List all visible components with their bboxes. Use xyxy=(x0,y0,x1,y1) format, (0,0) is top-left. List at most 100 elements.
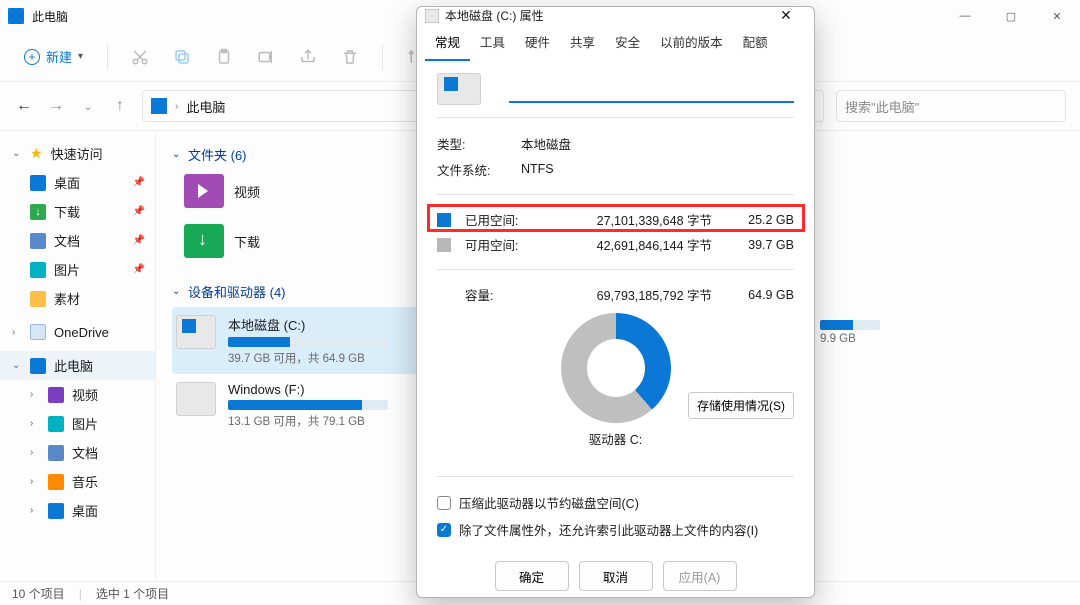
used-bytes: 27,101,339,648 字节 xyxy=(549,210,724,229)
sidebar-item-pictures[interactable]: ›图片 xyxy=(0,409,155,438)
properties-dialog: 本地磁盘 (C:) 属性 ✕ 常规 工具 硬件 共享 安全 以前的版本 配额 类… xyxy=(416,6,815,598)
drive-usage-bar xyxy=(228,337,388,347)
capacity-bytes: 69,793,185,792 字节 xyxy=(549,285,724,304)
video-icon xyxy=(48,387,64,403)
chevron-right-icon: › xyxy=(30,476,40,487)
sidebar-item-materials[interactable]: 素材 xyxy=(0,284,155,313)
this-pc-icon xyxy=(8,8,24,24)
share-icon[interactable] xyxy=(288,37,328,77)
capacity-label: 容量: xyxy=(465,285,535,304)
toolbar-separator xyxy=(382,44,383,70)
dialog-body: 类型:本地磁盘 文件系统:NTFS 已用空间: 27,101,339,648 字… xyxy=(417,61,814,551)
sidebar-item-documents[interactable]: 文档📌 xyxy=(0,226,155,255)
explorer-title: 此电脑 xyxy=(32,8,68,25)
delete-icon[interactable] xyxy=(330,37,370,77)
pin-icon: 📌 xyxy=(133,177,145,188)
sidebar-this-pc[interactable]: ⌄此电脑 xyxy=(0,351,155,380)
tab-sharing[interactable]: 共享 xyxy=(560,24,605,61)
search-input[interactable]: 搜索"此电脑" xyxy=(836,90,1066,122)
free-gb: 39.7 GB xyxy=(738,238,794,252)
this-pc-icon xyxy=(30,358,46,374)
desktop-icon xyxy=(48,503,64,519)
tab-quota[interactable]: 配额 xyxy=(733,24,778,61)
sidebar-onedrive[interactable]: ›OneDrive xyxy=(0,319,155,345)
drive-icon xyxy=(437,73,481,105)
chevron-down-icon: ⌄ xyxy=(12,148,22,159)
drive-sub: 9.9 GB xyxy=(820,333,856,345)
cut-icon[interactable] xyxy=(120,37,160,77)
folder-tile-video[interactable]: 视频 xyxy=(184,174,260,208)
sidebar-item-documents[interactable]: ›文档 xyxy=(0,438,155,467)
navigation-pane: ⌄★快速访问 桌面📌 ↓下载📌 文档📌 图片📌 素材 ›OneDrive ⌄此电… xyxy=(0,131,156,581)
toolbar-separator xyxy=(107,44,108,70)
compress-checkbox-row[interactable]: 压缩此驱动器以节约磁盘空间(C) xyxy=(437,489,794,516)
drive-sub: 39.7 GB 可用，共 64.9 GB xyxy=(228,350,388,366)
rename-icon[interactable] xyxy=(246,37,286,77)
filesystem-label: 文件系统: xyxy=(437,160,501,179)
folder-tile-downloads[interactable]: 下载 xyxy=(184,224,260,258)
paste-icon[interactable] xyxy=(204,37,244,77)
close-button[interactable]: ✕ xyxy=(766,7,806,24)
chevron-right-icon: › xyxy=(30,418,40,429)
drive-sub: 13.1 GB 可用，共 79.1 GB xyxy=(228,413,388,429)
used-color-swatch xyxy=(437,213,451,227)
sidebar-item-music[interactable]: ›音乐 xyxy=(0,467,155,496)
sidebar-quick-access[interactable]: ⌄★快速访问 xyxy=(0,139,155,168)
drive-name: 本地磁盘 (C:) xyxy=(228,315,388,334)
music-icon xyxy=(48,474,64,490)
cloud-icon xyxy=(30,324,46,340)
free-bytes: 42,691,846,144 字节 xyxy=(549,235,724,254)
this-pc-icon xyxy=(151,98,167,114)
sidebar-item-pictures[interactable]: 图片📌 xyxy=(0,255,155,284)
index-checkbox-row[interactable]: ✓ 除了文件属性外，还允许索引此驱动器上文件的内容(I) xyxy=(437,516,794,543)
drive-f[interactable]: Windows (F:) 13.1 GB 可用，共 79.1 GB xyxy=(172,374,422,437)
new-label: 新建 xyxy=(46,47,72,66)
ok-button[interactable]: 确定 xyxy=(495,561,569,591)
chevron-right-icon: › xyxy=(175,101,178,112)
dialog-title: 本地磁盘 (C:) 属性 xyxy=(445,7,544,24)
storage-usage-button[interactable]: 存储使用情况(S) xyxy=(688,392,794,419)
compress-label: 压缩此驱动器以节约磁盘空间(C) xyxy=(459,493,639,512)
star-icon: ★ xyxy=(30,145,43,162)
type-label: 类型: xyxy=(437,134,501,153)
tab-hardware[interactable]: 硬件 xyxy=(515,24,560,61)
chevron-right-icon: › xyxy=(30,389,40,400)
up-button[interactable]: ↑ xyxy=(110,97,130,115)
apply-button[interactable]: 应用(A) xyxy=(663,561,737,591)
back-button[interactable]: ← xyxy=(14,97,34,115)
pin-icon: 📌 xyxy=(133,206,145,217)
video-icon xyxy=(184,174,224,208)
chevron-right-icon: › xyxy=(30,447,40,458)
copy-icon[interactable] xyxy=(162,37,202,77)
filesystem-value: NTFS xyxy=(521,162,554,176)
drive-usage-bar xyxy=(820,320,880,330)
plus-icon: + xyxy=(24,49,40,65)
sidebar-item-desktop[interactable]: 桌面📌 xyxy=(0,168,155,197)
checkbox-checked-icon: ✓ xyxy=(437,523,451,537)
divider xyxy=(437,269,794,270)
used-gb: 25.2 GB xyxy=(738,213,794,227)
minimize-button[interactable]: ― xyxy=(942,0,988,32)
new-button[interactable]: + 新建 ▾ xyxy=(12,41,95,72)
used-label: 已用空间: xyxy=(465,210,535,229)
maximize-button[interactable]: ▢ xyxy=(988,0,1034,32)
chevron-down-icon: ▾ xyxy=(78,51,83,62)
search-placeholder: 搜索"此电脑" xyxy=(845,97,919,116)
drive-name-input[interactable] xyxy=(509,75,794,103)
cancel-button[interactable]: 取消 xyxy=(579,561,653,591)
document-icon xyxy=(30,233,46,249)
forward-button[interactable]: → xyxy=(46,97,66,115)
sidebar-item-desktop[interactable]: ›桌面 xyxy=(0,496,155,525)
pictures-icon xyxy=(30,262,46,278)
recent-locations-button[interactable]: ⌄ xyxy=(78,100,98,113)
tab-tools[interactable]: 工具 xyxy=(470,24,515,61)
sidebar-item-downloads[interactable]: ↓下载📌 xyxy=(0,197,155,226)
tab-general[interactable]: 常规 xyxy=(425,24,470,61)
sidebar-item-videos[interactable]: ›视频 xyxy=(0,380,155,409)
drive-label: 驱动器 C: xyxy=(437,429,794,448)
tab-security[interactable]: 安全 xyxy=(605,24,650,61)
close-button[interactable]: ✕ xyxy=(1034,0,1080,32)
tab-previous-versions[interactable]: 以前的版本 xyxy=(650,24,733,61)
download-icon: ↓ xyxy=(30,204,46,220)
drive-c[interactable]: 本地磁盘 (C:) 39.7 GB 可用，共 64.9 GB xyxy=(172,307,422,374)
